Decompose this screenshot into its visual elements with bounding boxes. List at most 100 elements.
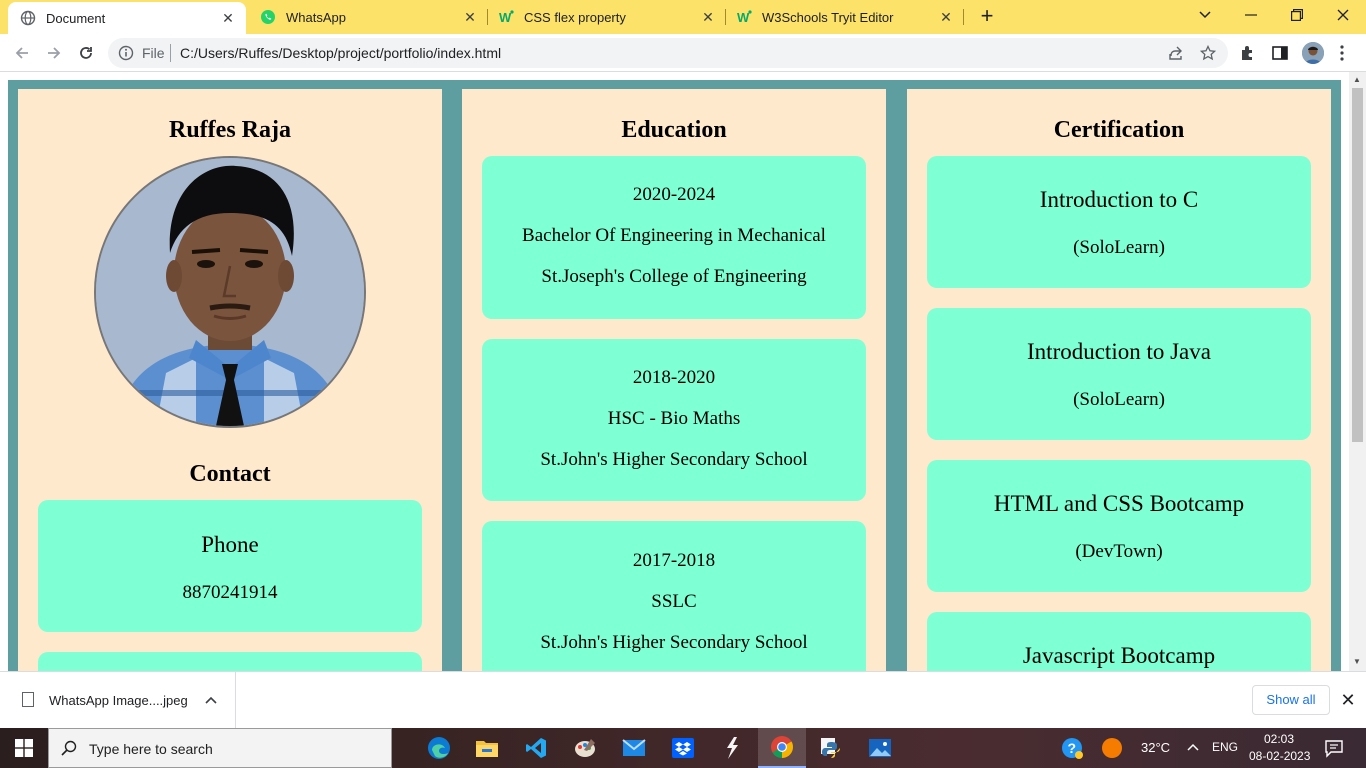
app-lightning-icon[interactable]	[708, 728, 756, 768]
scroll-up-arrow-icon[interactable]: ▲	[1353, 75, 1361, 84]
close-tab-icon[interactable]: ✕	[938, 9, 954, 25]
browser-toolbar: File C:/Users/Ruffes/Desktop/project/por…	[0, 34, 1366, 72]
certification-card: HTML and CSS Bootcamp (DevTown)	[927, 460, 1311, 592]
certification-provider: (DevTown)	[1075, 541, 1163, 562]
edge-icon[interactable]	[415, 728, 463, 768]
contact-card-phone: Phone 8870241914	[38, 500, 422, 632]
dropbox-icon[interactable]	[659, 728, 707, 768]
close-tab-icon[interactable]: ✕	[700, 9, 716, 25]
tray-chevron-up-icon[interactable]	[1187, 738, 1199, 759]
url-text[interactable]: C:/Users/Ruffes/Desktop/project/portfoli…	[180, 45, 501, 61]
file-explorer-icon[interactable]	[463, 728, 511, 768]
w3schools-icon: W	[736, 9, 752, 25]
close-tab-icon[interactable]: ✕	[462, 9, 478, 25]
page-scrollbar[interactable]: ▲ ▼	[1349, 72, 1366, 671]
new-tab-button[interactable]: +	[976, 5, 998, 28]
profile-column: Ruffes Raja Contact Phone 8870241914	[18, 89, 442, 671]
education-years: 2020-2024	[632, 184, 716, 205]
certification-column: Certification Introduction to C (SoloLea…	[907, 89, 1331, 671]
show-all-button[interactable]: Show all	[1252, 685, 1330, 715]
contact-card	[38, 652, 422, 671]
certification-card: Introduction to C (SoloLearn)	[927, 156, 1311, 288]
tab-strip: Document ✕ WhatsApp ✕ W CSS flex propert…	[0, 0, 1366, 34]
scrollbar-thumb[interactable]	[1352, 88, 1363, 442]
taskbar-search-box[interactable]: Type here to search	[48, 728, 392, 768]
close-tab-icon[interactable]: ✕	[220, 10, 236, 26]
side-panel-icon[interactable]	[1270, 43, 1290, 63]
windows-taskbar: Type here to search ? 32°C ENG 02:03 08-…	[0, 728, 1366, 768]
weather-sun-icon[interactable]	[1098, 728, 1126, 768]
info-icon[interactable]	[118, 45, 134, 61]
photos-icon[interactable]	[856, 728, 904, 768]
svg-text:W: W	[499, 10, 512, 25]
back-arrow-icon[interactable]	[10, 41, 34, 65]
globe-icon	[20, 10, 36, 26]
tab-css-flex[interactable]: W CSS flex property ✕	[488, 0, 726, 34]
search-placeholder: Type here to search	[89, 741, 213, 757]
certification-card: Javascript Bootcamp	[927, 612, 1311, 671]
divider	[170, 44, 171, 62]
clock-time[interactable]: 02:03	[1264, 732, 1294, 746]
education-degree: SSLC	[651, 591, 697, 612]
windows-start-icon[interactable]	[0, 728, 48, 768]
help-icon[interactable]: ?	[1048, 728, 1096, 768]
svg-text:?: ?	[1068, 740, 1077, 756]
minimize-button[interactable]	[1228, 0, 1274, 30]
profile-avatar[interactable]	[1302, 42, 1324, 64]
python-icon[interactable]	[807, 728, 855, 768]
download-bar: WhatsApp Image....jpeg Show all ✕	[0, 671, 1366, 728]
w3schools-icon: W	[498, 9, 514, 25]
education-institution: St.John's Higher Secondary School	[540, 632, 808, 653]
bookmark-star-icon[interactable]	[1199, 44, 1217, 61]
tab-whatsapp[interactable]: WhatsApp ✕	[250, 0, 488, 34]
extensions-puzzle-icon[interactable]	[1238, 43, 1258, 63]
profile-name: Ruffes Raja	[169, 117, 291, 143]
education-years: 2017-2018	[632, 550, 716, 571]
chevron-up-icon[interactable]	[205, 691, 217, 707]
contact-card-title: Phone	[201, 532, 259, 557]
svg-text:W: W	[737, 10, 750, 25]
search-icon	[61, 740, 77, 761]
file-icon	[22, 692, 34, 707]
weather-temperature[interactable]: 32°C	[1141, 740, 1170, 755]
vscode-icon[interactable]	[512, 728, 560, 768]
restore-button[interactable]	[1274, 0, 1320, 30]
tab-title: W3Schools Tryit Editor	[762, 9, 894, 25]
education-card: 2018-2020 HSC - Bio Maths St.John's High…	[482, 339, 866, 501]
tab-document[interactable]: Document ✕	[8, 2, 246, 34]
education-card: 2017-2018 SSLC St.John's Higher Secondar…	[482, 521, 866, 671]
scheme-label: File	[142, 45, 165, 61]
tab-search-chevron-icon[interactable]	[1182, 0, 1228, 30]
forward-arrow-icon[interactable]	[42, 41, 66, 65]
page-viewport: Ruffes Raja Contact Phone 8870241914 Edu…	[0, 72, 1366, 671]
contact-card-value[interactable]: 8870241914	[38, 582, 422, 604]
paint-icon[interactable]	[561, 728, 609, 768]
certification-title: Introduction to Java	[1027, 339, 1211, 364]
share-icon[interactable]	[1168, 45, 1184, 61]
education-card: 2020-2024 Bachelor Of Engineering in Mec…	[482, 156, 866, 319]
reload-icon[interactable]	[74, 41, 98, 65]
clock-date[interactable]: 08-02-2023	[1249, 749, 1310, 763]
download-file-name[interactable]: WhatsApp Image....jpeg	[49, 693, 188, 708]
education-column: Education 2020-2024 Bachelor Of Engineer…	[462, 89, 886, 671]
mail-icon[interactable]	[610, 728, 658, 768]
more-menu-icon[interactable]	[1332, 43, 1352, 63]
chrome-icon[interactable]	[758, 728, 806, 768]
certification-provider: (SoloLearn)	[1073, 389, 1165, 410]
close-window-button[interactable]	[1320, 0, 1366, 30]
close-icon[interactable]: ✕	[1338, 690, 1358, 710]
tab-w3schools-tryit[interactable]: W W3Schools Tryit Editor ✕	[726, 0, 964, 34]
notification-icon[interactable]	[1324, 738, 1344, 761]
address-bar[interactable]: File C:/Users/Ruffes/Desktop/project/por…	[108, 38, 1228, 68]
scroll-down-arrow-icon[interactable]: ▼	[1353, 657, 1361, 666]
education-years: 2018-2020	[632, 367, 716, 388]
certification-title: Introduction to C	[1039, 187, 1199, 212]
education-institution: St.John's Higher Secondary School	[540, 449, 808, 470]
language-indicator[interactable]: ENG	[1212, 740, 1238, 754]
education-degree: HSC - Bio Maths	[607, 408, 741, 429]
download-item[interactable]: WhatsApp Image....jpeg	[0, 672, 236, 728]
tab-title: WhatsApp	[286, 9, 346, 25]
certification-title: HTML and CSS Bootcamp	[993, 491, 1245, 516]
portfolio-container: Ruffes Raja Contact Phone 8870241914 Edu…	[8, 80, 1341, 671]
tab-title: Document	[46, 10, 106, 26]
